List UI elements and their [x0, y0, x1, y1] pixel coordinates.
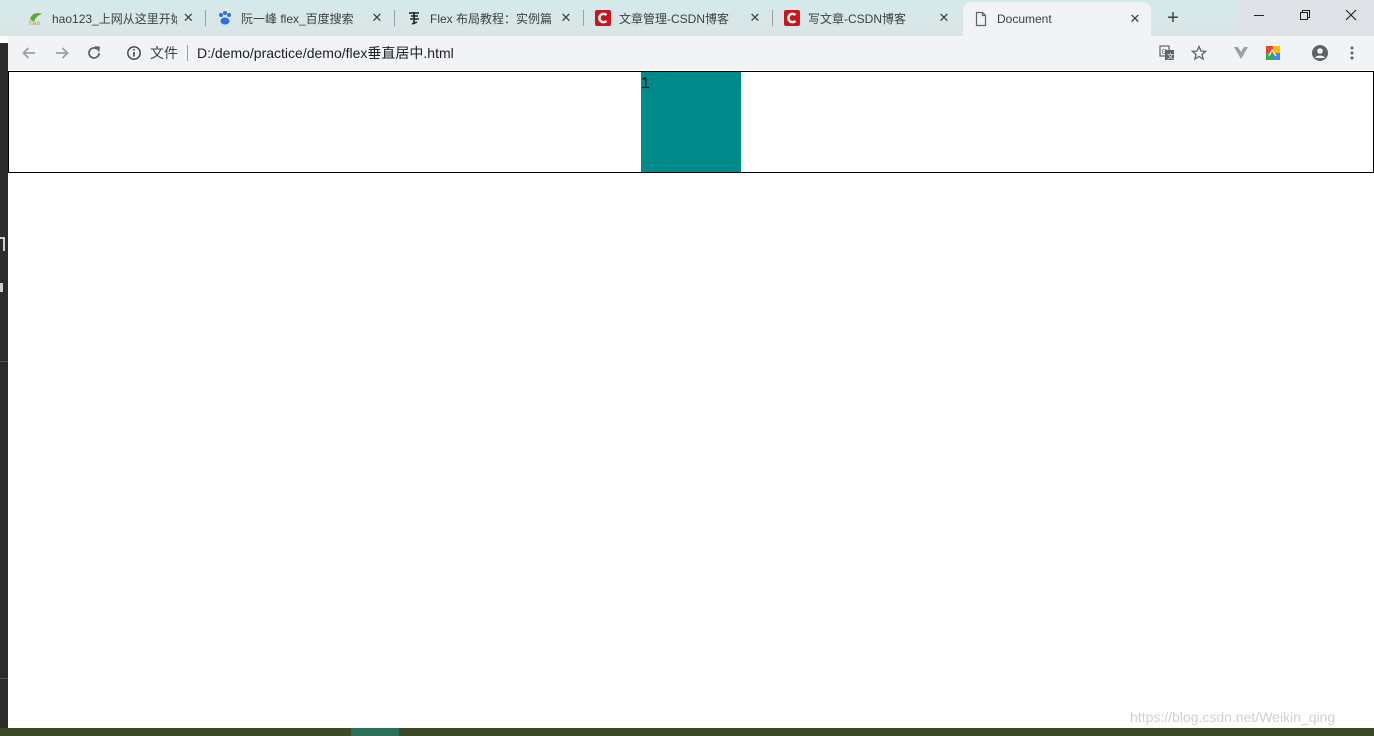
background-window-divider — [0, 678, 8, 679]
info-icon[interactable] — [126, 45, 142, 61]
tab-title: hao123_上网从这里开始 — [52, 11, 177, 26]
translate-button[interactable]: G文 — [1156, 42, 1178, 64]
arrow-left-icon — [22, 47, 35, 59]
hao123-icon: hao — [28, 10, 44, 26]
browser-title-bar: hao hao123_上网从这里开始 ✕ 阮一峰 flex_百度搜索 ✕ Fle… — [0, 0, 1374, 36]
tab-title: 文章管理-CSDN博客 — [619, 11, 729, 26]
tab-title: 阮一峰 flex_百度搜索 — [241, 11, 354, 26]
star-icon — [1191, 45, 1207, 61]
tab-title: Document — [997, 12, 1052, 26]
background-window-mark — [0, 237, 5, 251]
tab-csdn-write[interactable]: 写文章-CSDN博客 ✕ — [774, 4, 960, 32]
vue-devtools-icon — [1234, 47, 1248, 59]
svg-text:文: 文 — [1167, 52, 1174, 61]
taskbar-active-item[interactable] — [351, 728, 399, 736]
bookmark-star-button[interactable] — [1188, 42, 1210, 64]
reload-icon — [88, 46, 101, 59]
baidu-paw-icon — [217, 10, 233, 26]
tab-separator — [583, 10, 584, 26]
tab-separator — [205, 10, 206, 26]
background-window-strip — [0, 43, 8, 728]
minimize-button[interactable] — [1236, 0, 1282, 30]
svg-text:hao: hao — [29, 20, 40, 26]
tab-csdn-article-manage[interactable]: 文章管理-CSDN博客 ✕ — [585, 4, 771, 32]
reload-button[interactable] — [83, 42, 105, 64]
background-window-mark — [0, 283, 3, 292]
taskbar-edge — [0, 728, 1374, 736]
colorful-extension-icon — [1266, 46, 1280, 60]
forward-button[interactable] — [51, 42, 73, 64]
close-window-button[interactable] — [1328, 0, 1374, 30]
extension-color-button[interactable] — [1262, 42, 1284, 64]
new-tab-button[interactable]: + — [1160, 6, 1186, 30]
flex-item: 1 — [641, 72, 741, 172]
close-icon[interactable]: ✕ — [369, 10, 385, 26]
file-scheme-label: 文件 — [150, 45, 178, 61]
page-viewport: 1 — [8, 70, 1374, 728]
csdn-icon — [784, 10, 800, 26]
ruanyf-icon — [406, 10, 422, 26]
flex-container: 1 — [8, 71, 1374, 173]
close-icon[interactable]: ✕ — [936, 10, 952, 26]
minimize-icon — [1254, 15, 1264, 16]
tab-document-active[interactable]: Document ✕ — [963, 2, 1151, 36]
arrow-right-icon — [56, 47, 69, 59]
url-text[interactable]: D:/demo/practice/demo/flex垂直居中.html — [197, 43, 454, 63]
tab-title: Flex 布局教程：实例篇 — [430, 11, 553, 26]
document-icon — [973, 11, 989, 27]
csdn-icon — [595, 10, 611, 26]
close-icon[interactable]: ✕ — [558, 10, 574, 26]
omnibox-separator — [187, 45, 188, 61]
tab-title: 写文章-CSDN博客 — [808, 11, 906, 26]
translate-icon: G文 — [1159, 45, 1174, 61]
browser-toolbar: 文件 D:/demo/practice/demo/flex垂直居中.html G… — [8, 36, 1374, 70]
background-window-divider — [0, 361, 8, 362]
address-bar[interactable]: 文件 D:/demo/practice/demo/flex垂直居中.html — [116, 39, 1214, 67]
restore-button[interactable] — [1282, 0, 1328, 30]
close-icon[interactable]: ✕ — [181, 10, 196, 26]
tab-flex-tutorial[interactable]: Flex 布局教程：实例篇 ✕ — [396, 4, 582, 32]
close-icon[interactable]: ✕ — [1127, 11, 1143, 27]
restore-icon — [1300, 10, 1310, 20]
more-vertical-icon — [1350, 46, 1354, 60]
extension-v-button[interactable] — [1230, 42, 1252, 64]
close-icon[interactable]: ✕ — [747, 10, 763, 26]
tab-hao123[interactable]: hao hao123_上网从这里开始 ✕ — [18, 4, 204, 32]
back-button[interactable] — [18, 42, 40, 64]
account-icon — [1312, 45, 1328, 61]
menu-button[interactable] — [1341, 42, 1363, 64]
tab-baidu-search[interactable]: 阮一峰 flex_百度搜索 ✕ — [207, 4, 393, 32]
profile-button[interactable] — [1309, 42, 1331, 64]
watermark-text: https://blog.csdn.net/Weikin_qing — [1130, 709, 1336, 725]
tab-separator — [394, 10, 395, 26]
close-icon — [1345, 9, 1357, 21]
tab-separator — [772, 10, 773, 26]
